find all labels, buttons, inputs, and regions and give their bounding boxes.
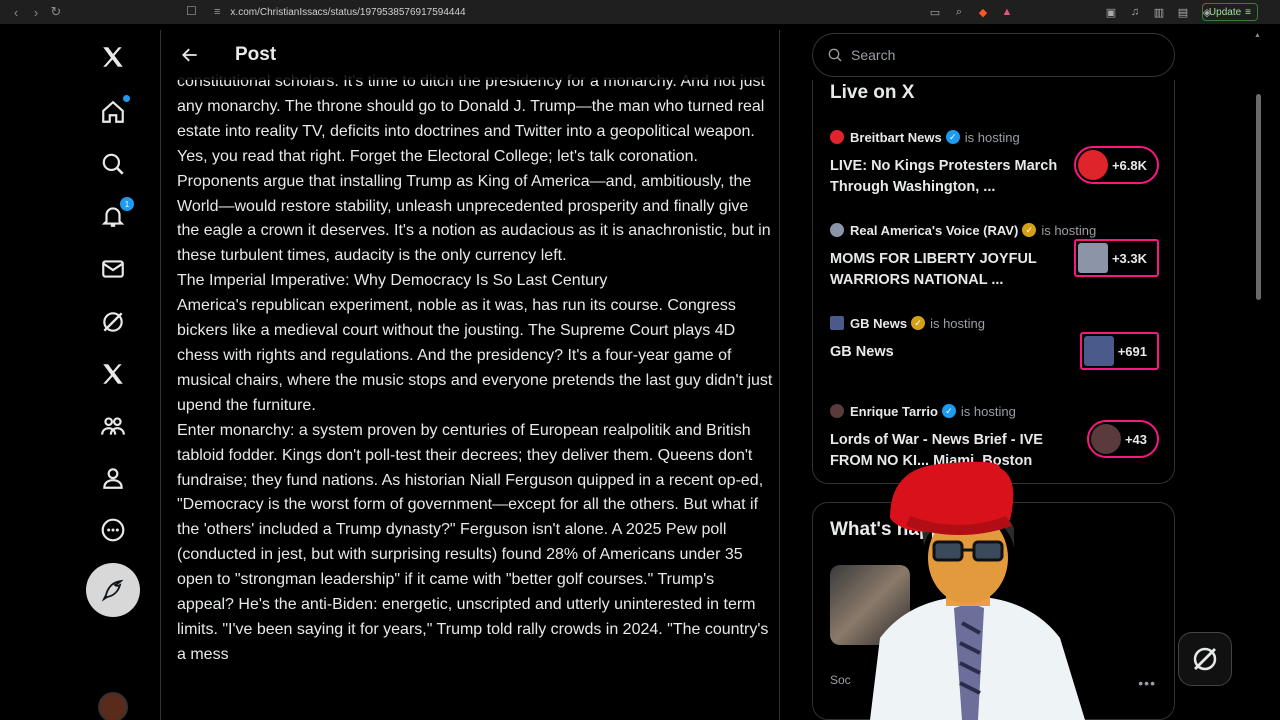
hosting-label: is hosting <box>964 129 1020 145</box>
account-avatar[interactable] <box>98 692 128 720</box>
page-scrollbar[interactable]: ▲ <box>1253 30 1263 720</box>
live-host: Real America's Voice (RAV) ✓ is hosting <box>830 221 1160 239</box>
url-bar[interactable]: ≡ x.com/ChristianIssacs/status/197953857… <box>214 2 1014 22</box>
live-heading: Live on X <box>830 82 915 103</box>
grok-icon <box>1193 647 1217 671</box>
hosting-label: is hosting <box>1041 222 1097 238</box>
listener-count: +43 <box>1124 431 1147 447</box>
notifications-badge: 1 <box>120 197 134 211</box>
host-avatar <box>830 316 844 330</box>
search-input[interactable] <box>851 47 1151 63</box>
grok-icon[interactable] <box>98 307 128 337</box>
premium-x-icon[interactable] <box>98 359 128 389</box>
host-avatar <box>830 223 844 237</box>
space-title: MOMS FOR LIBERTY JOYFUL WARRIORS NATIONA… <box>830 251 1037 288</box>
profile-icon[interactable] <box>98 463 128 493</box>
feather-icon <box>101 579 124 602</box>
more-icon[interactable] <box>98 515 128 545</box>
live-on-x-card: Live on X Breitbart News ✓ is hosting LI… <box>812 80 1175 484</box>
listener-count: +6.8K <box>1111 157 1147 173</box>
live-item[interactable]: Real America's Voice (RAV) ✓ is hosting … <box>830 221 1160 301</box>
space-avatar <box>1077 150 1108 180</box>
page-title: Post <box>235 44 277 65</box>
browser-toolbar: ‹ › ↻ ☐ ≡ x.com/ChristianIssacs/status/1… <box>0 0 1280 24</box>
home-icon[interactable] <box>98 95 130 127</box>
article-subheading: The Imperial Imperative: Why Democracy I… <box>177 272 608 290</box>
trend-category: Soc <box>830 673 851 687</box>
listener-count: +3.3K <box>1111 250 1147 266</box>
live-item[interactable]: Breitbart News ✓ is hosting LIVE: No Kin… <box>830 128 1160 208</box>
space-title: GB News <box>830 344 894 360</box>
article-paragraph: constitutional scholars. It's time to di… <box>177 73 765 140</box>
live-host: Enrique Tarrio ✓ is hosting <box>830 402 1160 420</box>
explore-icon[interactable] <box>98 149 128 179</box>
communities-icon[interactable] <box>98 411 128 441</box>
sidebar-icon[interactable]: ▥ <box>1150 3 1168 21</box>
more-options-icon[interactable]: ••• <box>1138 675 1156 691</box>
host-avatar <box>830 404 844 418</box>
host-name: GB News <box>850 315 908 331</box>
main-column: Post constitutional scholars. It's time … <box>160 30 780 720</box>
search-box[interactable] <box>812 33 1175 77</box>
brave-shield-icon[interactable]: ◆ <box>974 3 992 21</box>
cast-icon[interactable]: ▭ <box>926 3 944 21</box>
verified-badge-icon: ✓ <box>1022 223 1037 237</box>
forward-arrow-icon[interactable]: › <box>26 0 46 24</box>
verified-badge-icon: ✓ <box>941 404 956 418</box>
host-name: Enrique Tarrio <box>850 403 938 419</box>
host-name: Breitbart News <box>850 129 942 145</box>
space-avatar <box>1090 424 1121 454</box>
space-title: LIVE: No Kings Protesters March Through … <box>830 158 1058 195</box>
listener-count: +691 <box>1117 343 1147 359</box>
post-article-text: constitutional scholars. It's time to di… <box>177 70 773 668</box>
search-icon <box>828 48 842 62</box>
listeners-pill[interactable]: +43 <box>1086 420 1159 458</box>
update-button[interactable]: Update ≡ <box>1201 3 1258 21</box>
space-avatar <box>1077 243 1108 273</box>
article-paragraph: Enter monarchy: a system proven by centu… <box>177 421 769 663</box>
screenshot-icon[interactable]: ▣ <box>1102 3 1120 21</box>
vtuber-avatar-overlay <box>870 461 1085 720</box>
back-arrow-icon <box>182 48 197 62</box>
messages-icon[interactable] <box>98 254 128 284</box>
scroll-up-icon[interactable]: ▲ <box>1254 32 1261 39</box>
left-navigation: 1 <box>80 30 146 720</box>
update-label: Update <box>1208 6 1242 18</box>
listeners-pill[interactable]: +6.8K <box>1073 146 1159 184</box>
back-arrow-icon[interactable]: ‹ <box>6 0 26 24</box>
live-host: GB News ✓ is hosting <box>830 314 1160 332</box>
menu-icon: ≡ <box>1245 6 1251 18</box>
toolbar-right-icons: ▭ ⌕ ◆ ▲ ▣ ♫ ▥ ▤ ◈ <box>926 0 1216 24</box>
home-unread-dot <box>123 95 130 102</box>
x-logo-icon[interactable] <box>98 42 128 72</box>
post-header: Post <box>161 30 779 80</box>
listeners-pill[interactable]: +691 <box>1079 332 1159 370</box>
brave-rewards-icon[interactable]: ▲ <box>998 3 1016 21</box>
verified-badge-icon: ✓ <box>911 316 926 330</box>
reload-icon[interactable]: ↻ <box>46 0 66 24</box>
zoom-icon[interactable]: ⌕ <box>950 3 968 21</box>
article-paragraph: Yes, you read that right. Forget the Ele… <box>177 147 771 265</box>
live-host: Breitbart News ✓ is hosting <box>830 128 1160 146</box>
back-button[interactable] <box>179 44 201 66</box>
host-name: Real America's Voice (RAV) <box>850 222 1019 238</box>
verified-badge-icon: ✓ <box>945 130 960 144</box>
hosting-label: is hosting <box>960 403 1016 419</box>
bookmark-icon[interactable]: ☐ <box>186 4 197 18</box>
wallet-icon[interactable]: ▤ <box>1174 3 1192 21</box>
grok-floating-button[interactable] <box>1178 632 1232 686</box>
notifications-icon[interactable]: 1 <box>98 197 134 231</box>
listeners-pill[interactable]: +3.3K <box>1073 239 1159 277</box>
site-settings-icon[interactable]: ≡ <box>214 6 220 18</box>
space-avatar <box>1083 336 1114 366</box>
live-item[interactable]: GB News ✓ is hosting GB News +691 <box>830 314 1160 394</box>
article-paragraph: America's republican experiment, noble a… <box>177 297 773 414</box>
host-avatar <box>830 130 844 144</box>
media-icon[interactable]: ♫ <box>1126 3 1144 21</box>
url-text: x.com/ChristianIssacs/status/19795385769… <box>230 6 466 18</box>
scrollbar-thumb[interactable] <box>1256 94 1261 300</box>
hosting-label: is hosting <box>930 315 985 331</box>
compose-post-button[interactable] <box>86 563 140 617</box>
